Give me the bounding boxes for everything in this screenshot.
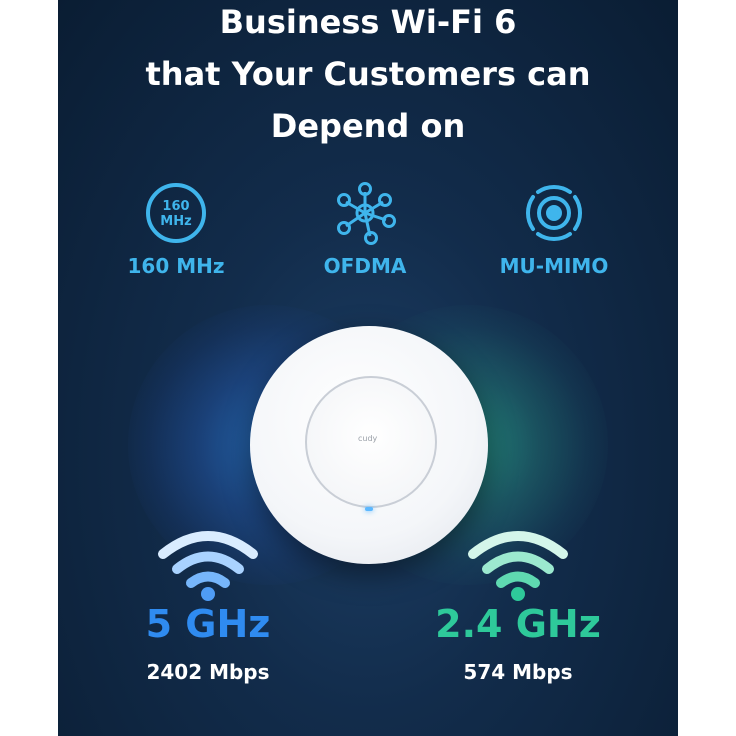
feature-label-mu-mimo: MU-MIMO: [499, 254, 609, 278]
status-led: [365, 507, 373, 511]
160mhz-icon-text-top: 160: [162, 199, 189, 214]
feature-label-160mhz: 160 MHz: [127, 254, 225, 278]
band-24ghz-speed: 574 Mbps: [463, 660, 573, 684]
headline-line-3: Depend on: [270, 107, 466, 145]
headline-line-1: Business Wi-Fi 6: [219, 3, 517, 41]
band-5ghz-speed: 2402 Mbps: [146, 660, 270, 684]
160mhz-icon-text-bottom: MHz: [160, 214, 191, 229]
brand-logo: cudy: [358, 434, 378, 443]
feature-160mhz: 160 MHz 160 MHz: [91, 178, 261, 278]
headline-line-2: that Your Customers can: [145, 55, 591, 93]
feature-label-ofdma: OFDMA: [323, 254, 407, 278]
feature-mu-mimo: MU-MIMO: [469, 178, 639, 278]
wifi-icon: [158, 531, 258, 601]
160mhz-icon: 160 MHz: [146, 183, 206, 243]
band-24ghz-label: 2.4 GHz: [435, 602, 601, 646]
band-5ghz: 5 GHz 2402 Mbps: [103, 526, 313, 684]
mu-mimo-signal-icon: [525, 184, 583, 242]
ofdma-network-icon: [337, 182, 396, 245]
band-5ghz-label: 5 GHz: [145, 602, 271, 646]
band-24ghz: 2.4 GHz 574 Mbps: [413, 526, 623, 684]
product-banner: Business Wi-Fi 6 that Your Customers can…: [58, 0, 678, 736]
feature-ofdma: OFDMA: [280, 178, 450, 278]
wifi-icon: [468, 531, 568, 601]
